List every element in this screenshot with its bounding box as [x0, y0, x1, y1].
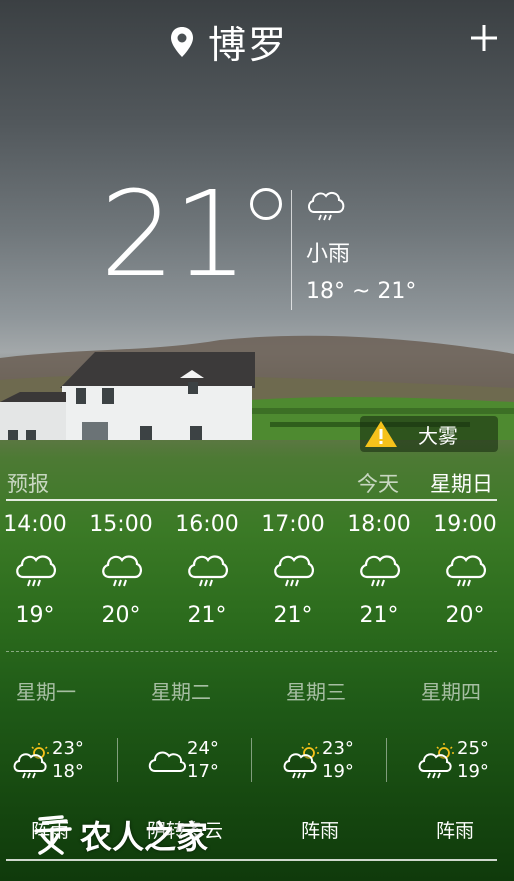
- light-rain-icon: [308, 191, 345, 221]
- hour-temp: 19°: [15, 603, 55, 628]
- rain-icon: [446, 555, 486, 587]
- day-item: 23° 18°: [12, 735, 122, 785]
- shower-icon: [13, 743, 49, 779]
- tab-today[interactable]: 今天: [357, 468, 399, 498]
- hour-time: 17:00: [261, 512, 325, 537]
- hour-item: 18:00 21°: [344, 512, 414, 628]
- hour-item: 14:00 19°: [0, 512, 70, 628]
- hour-temp: 20°: [101, 603, 141, 628]
- day-high: 24°: [187, 738, 219, 759]
- divider: [291, 190, 292, 310]
- day-name: 星期三: [286, 680, 346, 704]
- plus-icon[interactable]: [464, 18, 504, 58]
- cloudy-icon: [148, 751, 186, 772]
- rain-icon: [360, 555, 400, 587]
- current-condition: 小雨: [306, 242, 351, 267]
- rain-icon: [102, 555, 142, 587]
- tab-sunday[interactable]: 星期日: [430, 468, 493, 498]
- day-name: 星期一: [16, 680, 76, 704]
- day-condition: 阵雨: [300, 820, 339, 842]
- weather-alert[interactable]: 大雾: [360, 416, 498, 452]
- alert-label: 大雾: [418, 423, 458, 448]
- shower-icon: [283, 743, 319, 779]
- degree-symbol: [250, 188, 282, 220]
- day-low: 18°: [52, 761, 84, 782]
- hour-item: 16:00 21°: [172, 512, 242, 628]
- hour-time: 16:00: [175, 512, 239, 537]
- city-name: 博罗: [208, 23, 289, 67]
- day-high: 23°: [52, 738, 84, 759]
- location-pin-icon: [171, 26, 193, 57]
- day-name: 星期二: [151, 680, 211, 704]
- top-bar: 博罗: [0, 0, 514, 80]
- day-high: 25°: [457, 738, 489, 759]
- day-high: 23°: [322, 738, 354, 759]
- hour-temp: 21°: [359, 603, 399, 628]
- shower-icon: [418, 743, 454, 779]
- rain-icon: [188, 555, 228, 587]
- current-temperature: 21: [100, 165, 248, 303]
- hour-time: 18:00: [347, 512, 411, 537]
- hour-time: 19:00: [433, 512, 497, 537]
- day-item: 24° 17°: [147, 735, 257, 785]
- weather-screen: 博罗 21 小雨 18° ~ 21° 大雾 预报 今天 星期日 14:00 19…: [0, 0, 514, 881]
- watermark-text: 农人之家: [80, 818, 209, 856]
- hour-time: 14:00: [3, 512, 67, 537]
- day-low: 17°: [187, 761, 219, 782]
- forecast-label: 预报: [7, 472, 49, 496]
- rain-icon: [16, 555, 56, 587]
- divider: [386, 738, 387, 782]
- watermark: 农人之家: [32, 812, 208, 858]
- daily-forecast: 23° 18° 24° 17° 23° 19° 25° 19°: [0, 735, 514, 795]
- day-item: 25° 19°: [417, 735, 514, 785]
- nongren-logo-icon: [34, 815, 72, 855]
- hour-temp: 20°: [445, 603, 485, 628]
- day-low: 19°: [457, 761, 489, 782]
- divider: [117, 738, 118, 782]
- day-name: 星期四: [421, 680, 481, 704]
- warning-icon: [365, 421, 397, 447]
- divider: [6, 499, 497, 501]
- rain-icon: [274, 555, 314, 587]
- hourly-forecast: 14:00 19° 15:00 20° 16:00 21° 17:00 21° …: [0, 512, 514, 647]
- daily-day-names: 星期一 星期二 星期三 星期四: [0, 676, 514, 706]
- day-low: 19°: [322, 761, 354, 782]
- divider: [251, 738, 252, 782]
- city-selector[interactable]: 博罗: [170, 14, 288, 69]
- day-condition: 阵雨: [435, 820, 474, 842]
- forecast-header: 预报 今天 星期日: [0, 462, 514, 498]
- current-temp-range: 18° ~ 21°: [306, 279, 417, 304]
- divider: [6, 651, 497, 652]
- hour-time: 15:00: [89, 512, 153, 537]
- hour-item: 15:00 20°: [86, 512, 156, 628]
- hour-temp: 21°: [273, 603, 313, 628]
- divider: [6, 859, 497, 861]
- hour-temp: 21°: [187, 603, 227, 628]
- hour-item: 19:00 20°: [430, 512, 500, 628]
- day-item: 23° 19°: [282, 735, 392, 785]
- hour-item: 17:00 21°: [258, 512, 328, 628]
